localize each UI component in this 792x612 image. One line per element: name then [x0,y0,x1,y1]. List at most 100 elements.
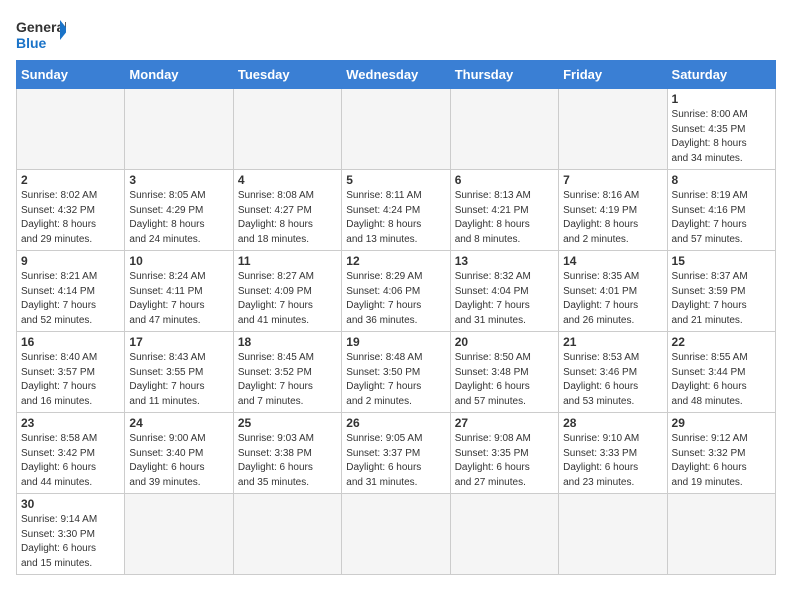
calendar-table: SundayMondayTuesdayWednesdayThursdayFrid… [16,60,776,575]
calendar-cell: 14 Sunrise: 8:35 AM Sunset: 4:01 PM Dayli… [559,251,667,332]
day-info: Sunrise: 8:45 AM Sunset: 3:52 PM Dayligh… [238,351,337,409]
day-info: Sunrise: 8:05 AM Sunset: 4:29 PM Dayligh… [129,189,228,247]
day-info: Sunrise: 8:55 AM Sunset: 3:44 PM Dayligh… [672,351,771,409]
day-info: Sunrise: 8:00 AM Sunset: 4:35 PM Dayligh… [672,108,771,166]
calendar-week-row: 16 Sunrise: 8:40 AM Sunset: 3:57 PM Dayli… [17,332,776,413]
calendar-week-row: 9Sunrise: 8:21 AM Sunset: 4:14 PM Daylig… [17,251,776,332]
day-number: 25 [238,416,337,430]
day-number: 16 [21,335,120,349]
day-info: Sunrise: 8:37 AM Sunset: 3:59 PM Dayligh… [672,270,771,328]
day-info: Sunrise: 9:12 AM Sunset: 3:32 PM Dayligh… [672,432,771,490]
calendar-cell [17,89,125,170]
calendar-cell [450,89,558,170]
day-info: Sunrise: 9:00 AM Sunset: 3:40 PM Dayligh… [129,432,228,490]
calendar-cell: 5Sunrise: 8:11 AM Sunset: 4:24 PM Daylig… [342,170,450,251]
calendar-cell: 26 Sunrise: 9:05 AM Sunset: 3:37 PM Dayli… [342,413,450,494]
calendar-cell: 30Sunrise: 9:14 AM Sunset: 3:30 PM Dayli… [17,494,125,575]
day-number: 20 [455,335,554,349]
day-info: Sunrise: 8:13 AM Sunset: 4:21 PM Dayligh… [455,189,554,247]
calendar-cell: 1 Sunrise: 8:00 AM Sunset: 4:35 PM Daylig… [667,89,775,170]
day-number: 11 [238,254,337,268]
day-info: Sunrise: 8:53 AM Sunset: 3:46 PM Dayligh… [563,351,662,409]
day-number: 21 [563,335,662,349]
calendar-cell [125,494,233,575]
calendar-cell: 8 Sunrise: 8:19 AM Sunset: 4:16 PM Daylig… [667,170,775,251]
day-info: Sunrise: 8:43 AM Sunset: 3:55 PM Dayligh… [129,351,228,409]
day-number: 24 [129,416,228,430]
day-info: Sunrise: 8:35 AM Sunset: 4:01 PM Dayligh… [563,270,662,328]
calendar-cell: 9Sunrise: 8:21 AM Sunset: 4:14 PM Daylig… [17,251,125,332]
day-info: Sunrise: 8:40 AM Sunset: 3:57 PM Dayligh… [21,351,120,409]
calendar-cell: 12Sunrise: 8:29 AM Sunset: 4:06 PM Dayli… [342,251,450,332]
day-info: Sunrise: 8:16 AM Sunset: 4:19 PM Dayligh… [563,189,662,247]
calendar-cell: 24 Sunrise: 9:00 AM Sunset: 3:40 PM Dayli… [125,413,233,494]
day-number: 8 [672,173,771,187]
calendar-cell: 19 Sunrise: 8:48 AM Sunset: 3:50 PM Dayli… [342,332,450,413]
day-number: 3 [129,173,228,187]
day-number: 13 [455,254,554,268]
day-number: 19 [346,335,445,349]
calendar-cell [450,494,558,575]
day-of-week-header: Monday [125,61,233,89]
calendar-cell: 22 Sunrise: 8:55 AM Sunset: 3:44 PM Dayli… [667,332,775,413]
day-number: 10 [129,254,228,268]
calendar-cell: 15Sunrise: 8:37 AM Sunset: 3:59 PM Dayli… [667,251,775,332]
day-info: Sunrise: 8:58 AM Sunset: 3:42 PM Dayligh… [21,432,120,490]
day-number: 6 [455,173,554,187]
calendar-cell: 4Sunrise: 8:08 AM Sunset: 4:27 PM Daylig… [233,170,341,251]
calendar-cell [667,494,775,575]
calendar-cell [342,89,450,170]
calendar-week-row: 1 Sunrise: 8:00 AM Sunset: 4:35 PM Daylig… [17,89,776,170]
calendar-cell: 29 Sunrise: 9:12 AM Sunset: 3:32 PM Dayli… [667,413,775,494]
day-number: 23 [21,416,120,430]
calendar-cell: 10 Sunrise: 8:24 AM Sunset: 4:11 PM Dayli… [125,251,233,332]
day-info: Sunrise: 9:05 AM Sunset: 3:37 PM Dayligh… [346,432,445,490]
calendar-cell: 27Sunrise: 9:08 AM Sunset: 3:35 PM Dayli… [450,413,558,494]
day-info: Sunrise: 9:14 AM Sunset: 3:30 PM Dayligh… [21,513,120,571]
day-info: Sunrise: 8:24 AM Sunset: 4:11 PM Dayligh… [129,270,228,328]
calendar-cell: 3 Sunrise: 8:05 AM Sunset: 4:29 PM Daylig… [125,170,233,251]
calendar-cell [559,494,667,575]
day-of-week-header: Saturday [667,61,775,89]
day-number: 29 [672,416,771,430]
logo: General Blue [16,16,66,52]
calendar-cell: 13 Sunrise: 8:32 AM Sunset: 4:04 PM Dayli… [450,251,558,332]
day-number: 26 [346,416,445,430]
day-of-week-header: Friday [559,61,667,89]
calendar-cell: 21 Sunrise: 8:53 AM Sunset: 3:46 PM Dayli… [559,332,667,413]
day-number: 7 [563,173,662,187]
day-of-week-header: Thursday [450,61,558,89]
calendar-cell: 20Sunrise: 8:50 AM Sunset: 3:48 PM Dayli… [450,332,558,413]
calendar-header-row: SundayMondayTuesdayWednesdayThursdayFrid… [17,61,776,89]
page-header: General Blue [16,16,776,52]
day-info: Sunrise: 9:08 AM Sunset: 3:35 PM Dayligh… [455,432,554,490]
day-of-week-header: Sunday [17,61,125,89]
svg-text:Blue: Blue [16,35,47,51]
calendar-cell [559,89,667,170]
calendar-cell [125,89,233,170]
day-number: 9 [21,254,120,268]
day-number: 28 [563,416,662,430]
day-number: 1 [672,92,771,106]
day-number: 12 [346,254,445,268]
calendar-cell: 6 Sunrise: 8:13 AM Sunset: 4:21 PM Daylig… [450,170,558,251]
day-of-week-header: Wednesday [342,61,450,89]
calendar-cell [342,494,450,575]
day-info: Sunrise: 8:19 AM Sunset: 4:16 PM Dayligh… [672,189,771,247]
day-number: 5 [346,173,445,187]
day-number: 14 [563,254,662,268]
calendar-week-row: 30Sunrise: 9:14 AM Sunset: 3:30 PM Dayli… [17,494,776,575]
day-number: 4 [238,173,337,187]
calendar-cell: 11Sunrise: 8:27 AM Sunset: 4:09 PM Dayli… [233,251,341,332]
day-of-week-header: Tuesday [233,61,341,89]
calendar-cell: 7 Sunrise: 8:16 AM Sunset: 4:19 PM Daylig… [559,170,667,251]
calendar-week-row: 23 Sunrise: 8:58 AM Sunset: 3:42 PM Dayli… [17,413,776,494]
calendar-cell [233,494,341,575]
day-number: 17 [129,335,228,349]
day-info: Sunrise: 8:48 AM Sunset: 3:50 PM Dayligh… [346,351,445,409]
day-number: 18 [238,335,337,349]
calendar-cell: 16 Sunrise: 8:40 AM Sunset: 3:57 PM Dayli… [17,332,125,413]
day-info: Sunrise: 9:10 AM Sunset: 3:33 PM Dayligh… [563,432,662,490]
day-number: 22 [672,335,771,349]
day-info: Sunrise: 8:32 AM Sunset: 4:04 PM Dayligh… [455,270,554,328]
